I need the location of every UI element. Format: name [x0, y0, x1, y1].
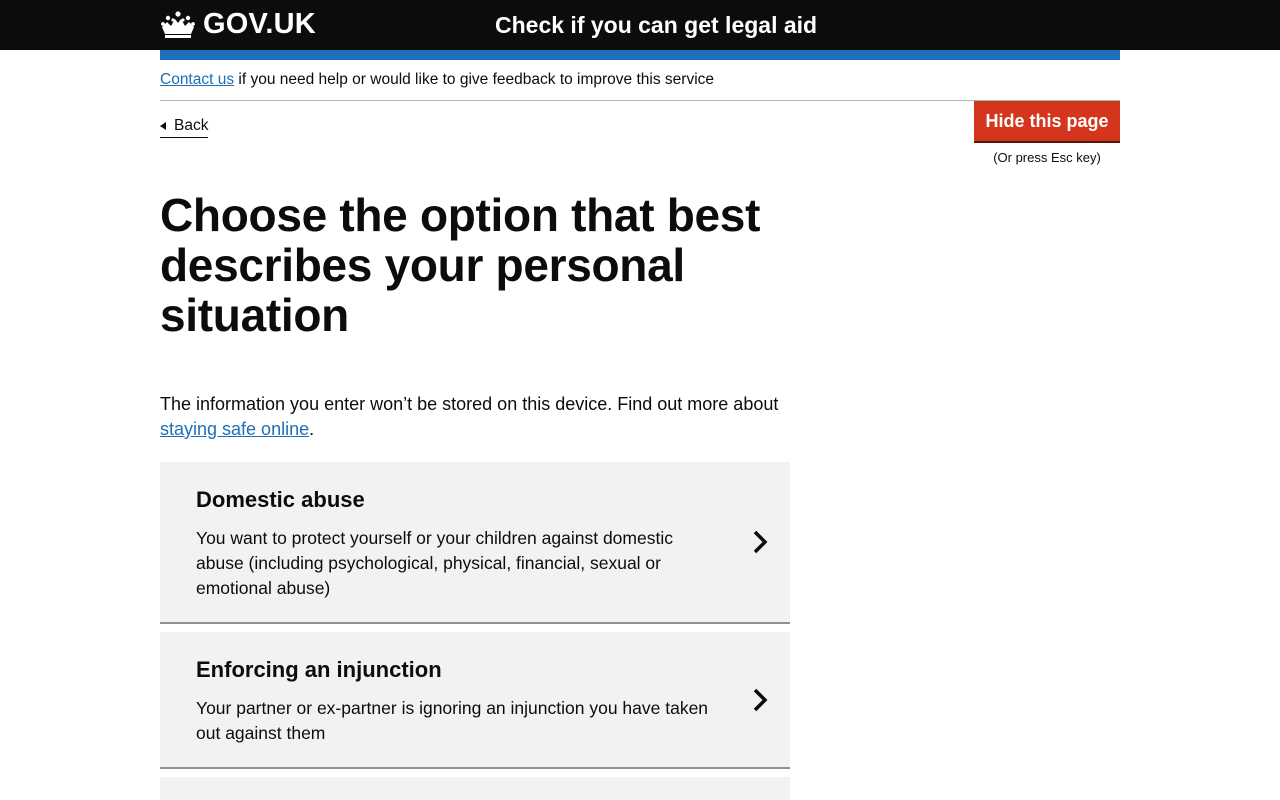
option-description: Your partner or ex-partner is ignoring a… — [196, 698, 709, 743]
staying-safe-online-link[interactable]: staying safe online — [160, 419, 309, 439]
contact-us-link[interactable]: Contact us — [160, 71, 234, 88]
option-card-domestic-abuse[interactable]: Domestic abuse You want to protect yours… — [160, 462, 790, 624]
intro-text: The information you enter won’t be store… — [160, 394, 779, 414]
govuk-logo-link[interactable]: GOV.UK — [160, 8, 316, 40]
option-card-enforcing-injunction[interactable]: Enforcing an injunction Your partner or … — [160, 632, 790, 769]
hide-this-page-button[interactable]: Hide this page — [974, 101, 1120, 141]
option-description: You want to protect yourself or your chi… — [196, 528, 673, 598]
intro-paragraph: The information you enter won’t be store… — [160, 392, 800, 442]
crown-icon — [161, 11, 195, 38]
option-title: Enforcing an injunction — [196, 657, 442, 682]
service-name[interactable]: Check if you can get legal aid — [495, 10, 817, 40]
option-title: Domestic abuse — [196, 487, 365, 512]
feedback-banner: Contact us if you need help or would lik… — [160, 70, 1120, 101]
logo-text: GOV.UK — [203, 8, 316, 40]
back-link[interactable]: Back — [160, 116, 209, 138]
option-card-partial[interactable] — [160, 777, 790, 800]
page-title: Choose the option that best describes yo… — [160, 189, 761, 341]
header-blue-bar — [160, 50, 1120, 60]
site-header: GOV.UK Check if you can get legal aid — [0, 0, 1280, 50]
intro-end: . — [309, 419, 315, 439]
chevron-right-icon — [753, 530, 768, 554]
esc-key-hint: (Or press Esc key) — [993, 150, 1101, 165]
feedback-text: if you need help or would like to give f… — [234, 71, 715, 88]
chevron-right-icon — [753, 688, 768, 712]
